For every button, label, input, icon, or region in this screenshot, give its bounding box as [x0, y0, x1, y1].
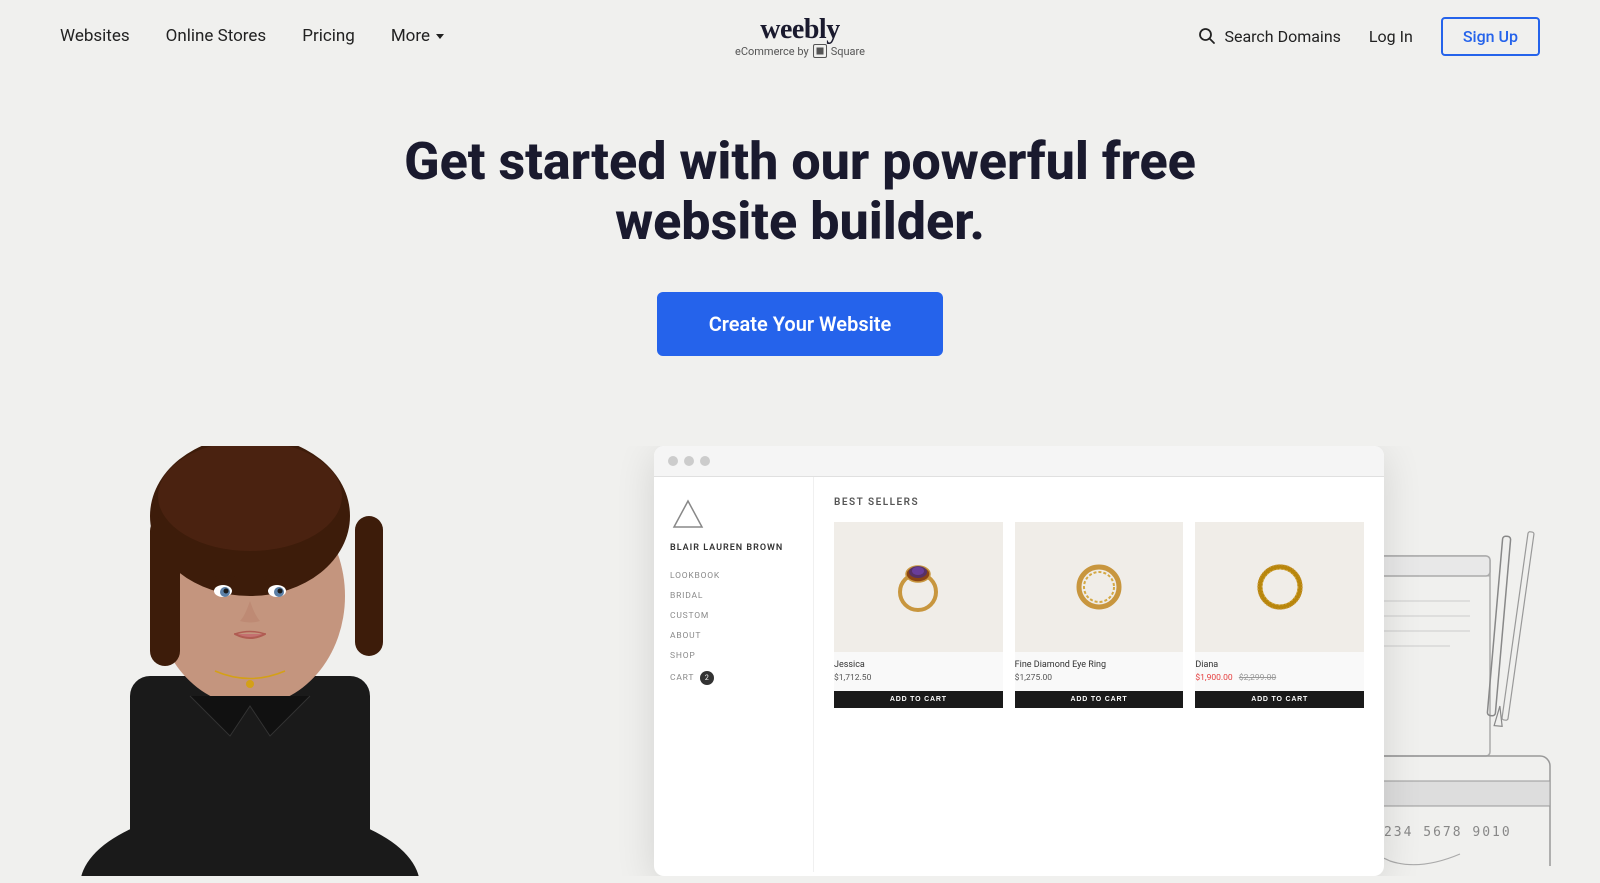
nav-link-online-stores[interactable]: Online Stores	[166, 26, 267, 46]
signup-button[interactable]: Sign Up	[1441, 17, 1540, 56]
mockup-body: BLAIR LAUREN BROWN LOOKBOOK BRIDAL CUSTO…	[654, 477, 1384, 872]
brand-icon	[670, 497, 706, 533]
product-card-1: Jessica $1,712.50 ADD TO CART	[834, 522, 1003, 708]
login-link[interactable]: Log In	[1369, 27, 1413, 46]
product-image-1	[834, 522, 1003, 652]
sidebar-nav-custom[interactable]: CUSTOM	[670, 611, 797, 621]
product-name-1: Jessica	[834, 660, 1003, 670]
sidebar-nav-bridal[interactable]: BRIDAL	[670, 591, 797, 601]
nav-logo[interactable]: weebly eCommerce by Square	[735, 14, 865, 58]
dot-red	[668, 456, 678, 466]
product-card-3: Diana $1,900.00 $2,299.00 ADD TO CART	[1195, 522, 1364, 708]
cart-badge: 2	[700, 671, 714, 685]
person-image	[30, 446, 470, 876]
add-to-cart-1[interactable]: ADD TO CART	[834, 691, 1003, 708]
create-website-button[interactable]: Create Your Website	[657, 292, 944, 356]
ring-2-icon	[1064, 552, 1134, 622]
logo-text: weebly	[735, 14, 865, 46]
search-domains-button[interactable]: Search Domains	[1198, 27, 1340, 46]
website-mockup: BLAIR LAUREN BROWN LOOKBOOK BRIDAL CUSTO…	[654, 446, 1384, 876]
product-price-2: $1,275.00	[1015, 673, 1184, 683]
nav-left: Websites Online Stores Pricing More	[60, 26, 444, 46]
mockup-main: BEST SELLERS Jessica	[814, 477, 1384, 872]
logo-subtitle: eCommerce by Square	[735, 44, 865, 58]
ring-1-icon	[883, 552, 953, 622]
dot-green	[700, 456, 710, 466]
brand-name: BLAIR LAUREN BROWN	[670, 543, 797, 553]
sidebar-nav-shop[interactable]: SHOP	[670, 651, 797, 661]
hero-headline: Get started with our powerful free websi…	[390, 132, 1210, 252]
sidebar-nav-lookbook[interactable]: LOOKBOOK	[670, 571, 797, 581]
product-card-2: Fine Diamond Eye Ring $1,275.00 ADD TO C…	[1015, 522, 1184, 708]
product-name-3: Diana	[1195, 660, 1364, 670]
add-to-cart-2[interactable]: ADD TO CART	[1015, 691, 1184, 708]
add-to-cart-3[interactable]: ADD TO CART	[1195, 691, 1364, 708]
product-image-3	[1195, 522, 1364, 652]
mockup-titlebar	[654, 446, 1384, 477]
hero-section: Get started with our powerful free websi…	[0, 72, 1600, 446]
navbar: Websites Online Stores Pricing More weeb…	[0, 0, 1600, 72]
square-logo-icon	[813, 44, 827, 58]
products-grid: Jessica $1,712.50 ADD TO CART Fine Diamo	[834, 522, 1364, 708]
nav-link-pricing[interactable]: Pricing	[302, 26, 355, 46]
search-icon	[1198, 27, 1216, 45]
product-price-1: $1,712.50	[834, 673, 1003, 683]
nav-link-more[interactable]: More	[391, 26, 444, 46]
chevron-down-icon	[436, 34, 444, 39]
nav-link-websites[interactable]: Websites	[60, 26, 130, 46]
mockup-sidebar: BLAIR LAUREN BROWN LOOKBOOK BRIDAL CUSTO…	[654, 477, 814, 872]
preview-section: BLAIR LAUREN BROWN LOOKBOOK BRIDAL CUSTO…	[0, 446, 1600, 876]
product-price-3: $1,900.00 $2,299.00	[1195, 673, 1364, 683]
sidebar-nav-about[interactable]: ABOUT	[670, 631, 797, 641]
product-image-2	[1015, 522, 1184, 652]
section-title: BEST SELLERS	[834, 497, 1364, 508]
nav-right: Search Domains Log In Sign Up	[1198, 17, 1540, 56]
ring-3-icon	[1245, 552, 1315, 622]
dot-yellow	[684, 456, 694, 466]
product-name-2: Fine Diamond Eye Ring	[1015, 660, 1184, 670]
sidebar-nav-cart[interactable]: CART 2	[670, 671, 797, 685]
